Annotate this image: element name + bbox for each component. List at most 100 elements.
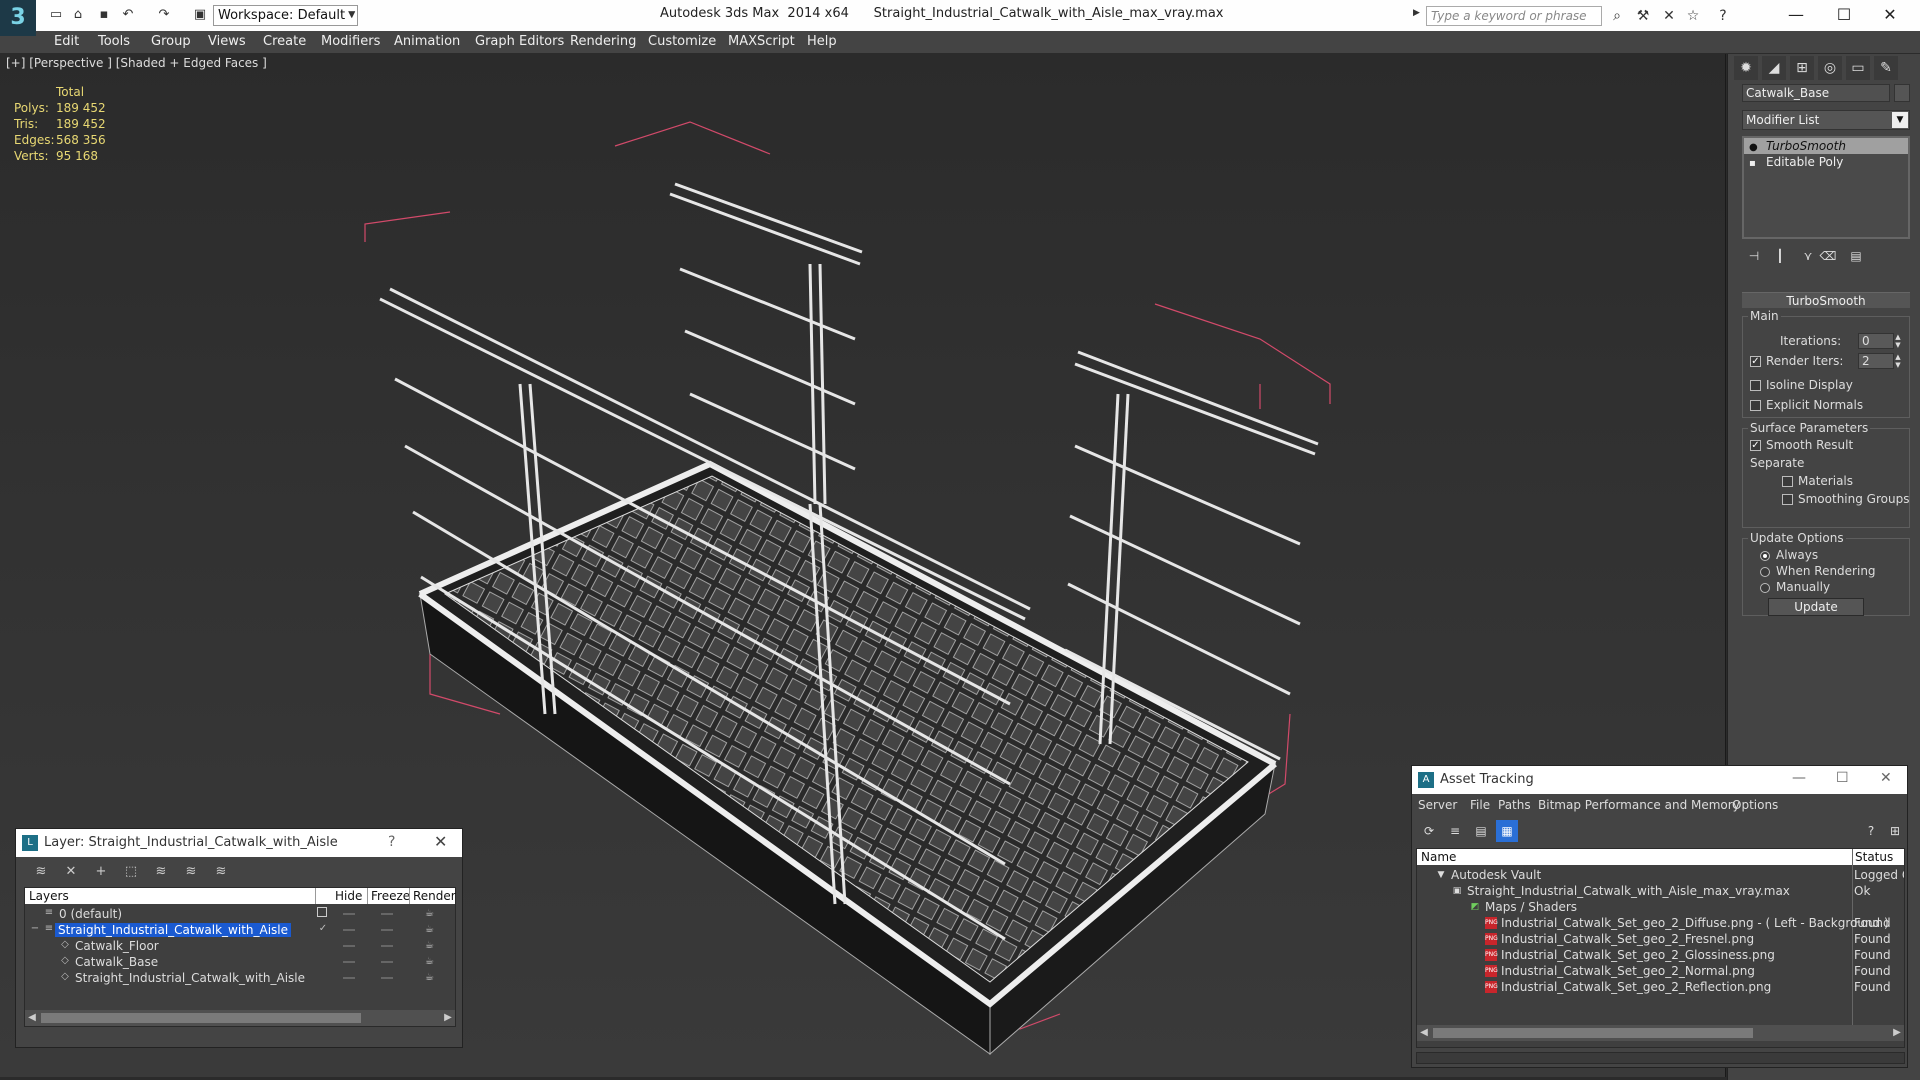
teapot-icon[interactable]: ☕: [425, 956, 437, 967]
scrollbar-thumb[interactable]: [41, 1013, 361, 1023]
scroll-right-icon[interactable]: ▶: [441, 1010, 455, 1026]
teapot-icon[interactable]: ☕: [425, 940, 437, 951]
new-icon[interactable]: ▭: [48, 7, 64, 23]
close-icon[interactable]: ✕: [1880, 770, 1892, 786]
asset-row[interactable]: PNG Industrial_Catwalk_Set_geo_2_Reflect…: [1417, 979, 1904, 995]
menu-server[interactable]: Server: [1418, 798, 1457, 812]
add-selected-icon[interactable]: +: [90, 861, 112, 883]
menu-modifiers[interactable]: Modifiers: [321, 31, 380, 53]
asset-row[interactable]: PNG Industrial_Catwalk_Set_geo_2_Glossin…: [1417, 947, 1904, 963]
scroll-left-icon[interactable]: ◀: [25, 1010, 39, 1026]
redo-icon[interactable]: ↷: [156, 7, 172, 23]
hide-toggle[interactable]: [343, 913, 355, 915]
create-tab-icon[interactable]: ✹: [1734, 56, 1758, 80]
explicit-normals-checkbox[interactable]: [1750, 400, 1761, 411]
menu-group[interactable]: Group: [151, 31, 191, 53]
hide-all-icon[interactable]: ≋: [180, 861, 202, 883]
pin-icon[interactable]: ⊞: [1884, 820, 1906, 842]
column-name[interactable]: Name: [1421, 850, 1456, 864]
undo-icon[interactable]: ↶: [120, 7, 136, 23]
help-icon[interactable]: ?: [388, 834, 395, 850]
star-icon[interactable]: ☆: [1684, 7, 1702, 25]
search-input[interactable]: Type a keyword or phrase: [1426, 6, 1602, 26]
menu-rendering[interactable]: Rendering: [570, 31, 636, 53]
column-render[interactable]: Render: [413, 889, 456, 903]
column-freeze[interactable]: Freeze: [371, 889, 410, 903]
update-button[interactable]: Update: [1768, 598, 1864, 616]
materials-checkbox[interactable]: [1782, 476, 1793, 487]
project-folder-icon[interactable]: ▣: [192, 7, 208, 23]
layer-row-selected[interactable]: − ≡ Straight_Industrial_Catwalk_with_Ais…: [25, 922, 455, 938]
layer-row[interactable]: ◇ Catwalk_Base ☕: [25, 954, 455, 970]
create-layer-icon[interactable]: ≋: [30, 861, 52, 883]
column-status[interactable]: Status: [1855, 850, 1893, 864]
menu-graph-editors[interactable]: Graph Editors: [475, 31, 564, 53]
show-end-result-icon[interactable]: ┃: [1770, 246, 1790, 266]
object-color-swatch[interactable]: [1894, 84, 1910, 102]
render-iters-checkbox[interactable]: ✓: [1750, 356, 1761, 367]
freeze-toggle[interactable]: [381, 945, 393, 947]
highlight-layer-icon[interactable]: ≋: [150, 861, 172, 883]
menu-bitmap-performance[interactable]: Bitmap Performance and Memory: [1538, 798, 1740, 812]
motion-tab-icon[interactable]: ◎: [1818, 56, 1842, 80]
close-icon[interactable]: ✕: [434, 832, 447, 851]
asset-list[interactable]: Name Status ▼ Autodesk Vault Logged O ▣ …: [1416, 848, 1905, 1048]
minimize-icon[interactable]: —: [1774, 3, 1818, 27]
always-radio[interactable]: [1760, 551, 1770, 561]
freeze-toggle[interactable]: [381, 961, 393, 963]
detail-view-icon[interactable]: ▤: [1470, 820, 1492, 842]
scroll-left-icon[interactable]: ◀: [1417, 1025, 1431, 1041]
help-icon[interactable]: ?: [1860, 820, 1882, 842]
isoline-display-checkbox[interactable]: [1750, 380, 1761, 391]
stack-item-editable-poly[interactable]: ▪ Editable Poly: [1744, 154, 1908, 170]
select-objects-icon[interactable]: ⬚: [120, 861, 142, 883]
maximize-icon[interactable]: ☐: [1822, 3, 1866, 27]
teapot-icon[interactable]: ☕: [425, 972, 437, 983]
refresh-icon[interactable]: ⟳: [1418, 820, 1440, 842]
modifier-list-dropdown[interactable]: Modifier List ▼: [1742, 110, 1910, 130]
menu-paths[interactable]: Paths: [1498, 798, 1531, 812]
manually-radio[interactable]: [1760, 583, 1770, 593]
asset-row[interactable]: PNG Industrial_Catwalk_Set_geo_2_Normal.…: [1417, 963, 1904, 979]
layer-window-titlebar[interactable]: L Layer: Straight_Industrial_Catwalk_wit…: [16, 829, 462, 857]
asset-row[interactable]: PNG Industrial_Catwalk_Set_geo_2_Fresnel…: [1417, 931, 1904, 947]
freeze-all-icon[interactable]: ≋: [210, 861, 232, 883]
menu-maxscript[interactable]: MAXScript: [728, 31, 795, 53]
pin-stack-icon[interactable]: ⊣: [1744, 246, 1764, 266]
iterations-spinner[interactable]: 0: [1858, 333, 1894, 349]
display-tab-icon[interactable]: ▭: [1846, 56, 1870, 80]
infocenter-expand-icon[interactable]: ▶: [1413, 8, 1425, 24]
modifier-stack[interactable]: ● TurboSmooth ▪ Editable Poly: [1742, 136, 1910, 239]
freeze-toggle[interactable]: [381, 929, 393, 931]
menu-options[interactable]: Options: [1732, 798, 1778, 812]
menu-file[interactable]: File: [1470, 798, 1490, 812]
expand-icon[interactable]: ▪: [1749, 156, 1756, 172]
menu-help[interactable]: Help: [807, 31, 837, 53]
asset-window-titlebar[interactable]: A Asset Tracking — ☐ ✕: [1412, 766, 1907, 794]
smooth-result-checkbox[interactable]: ✓: [1750, 440, 1761, 451]
table-view-icon[interactable]: ▦: [1496, 820, 1518, 842]
layer-row[interactable]: ◇ Straight_Industrial_Catwalk_with_Aisle…: [25, 970, 455, 986]
hierarchy-tab-icon[interactable]: ⊞: [1790, 56, 1814, 80]
tools-icon[interactable]: ⚒: [1634, 7, 1652, 25]
hide-toggle[interactable]: [343, 961, 355, 963]
teapot-icon[interactable]: ☕: [425, 908, 437, 919]
layer-list[interactable]: Layers Hide Freeze Render ≡ 0 (default) …: [24, 887, 456, 1027]
workspace-dropdown[interactable]: Workspace: Default ▼: [213, 5, 358, 26]
collapse-icon[interactable]: −: [29, 923, 41, 935]
menu-tools[interactable]: Tools: [98, 31, 130, 53]
minimize-icon[interactable]: —: [1792, 770, 1806, 786]
spinner-arrows-icon[interactable]: ▲ ▼: [1894, 353, 1902, 369]
asset-row[interactable]: ◩ Maps / Shaders: [1417, 899, 1904, 915]
when-rendering-radio[interactable]: [1760, 567, 1770, 577]
save-icon[interactable]: ▪: [96, 7, 112, 23]
stack-item-turbosmooth[interactable]: ● TurboSmooth: [1744, 138, 1908, 154]
smoothing-groups-checkbox[interactable]: [1782, 494, 1793, 505]
asset-row[interactable]: ▣ Straight_Industrial_Catwalk_with_Aisle…: [1417, 883, 1904, 899]
column-hide[interactable]: Hide: [335, 889, 362, 903]
render-iters-spinner[interactable]: 2: [1858, 353, 1894, 369]
scroll-right-icon[interactable]: ▶: [1890, 1025, 1904, 1041]
asset-row[interactable]: PNG Industrial_Catwalk_Set_geo_2_Diffuse…: [1417, 915, 1904, 931]
hide-toggle[interactable]: [343, 945, 355, 947]
make-unique-icon[interactable]: ⋎: [1798, 246, 1818, 266]
